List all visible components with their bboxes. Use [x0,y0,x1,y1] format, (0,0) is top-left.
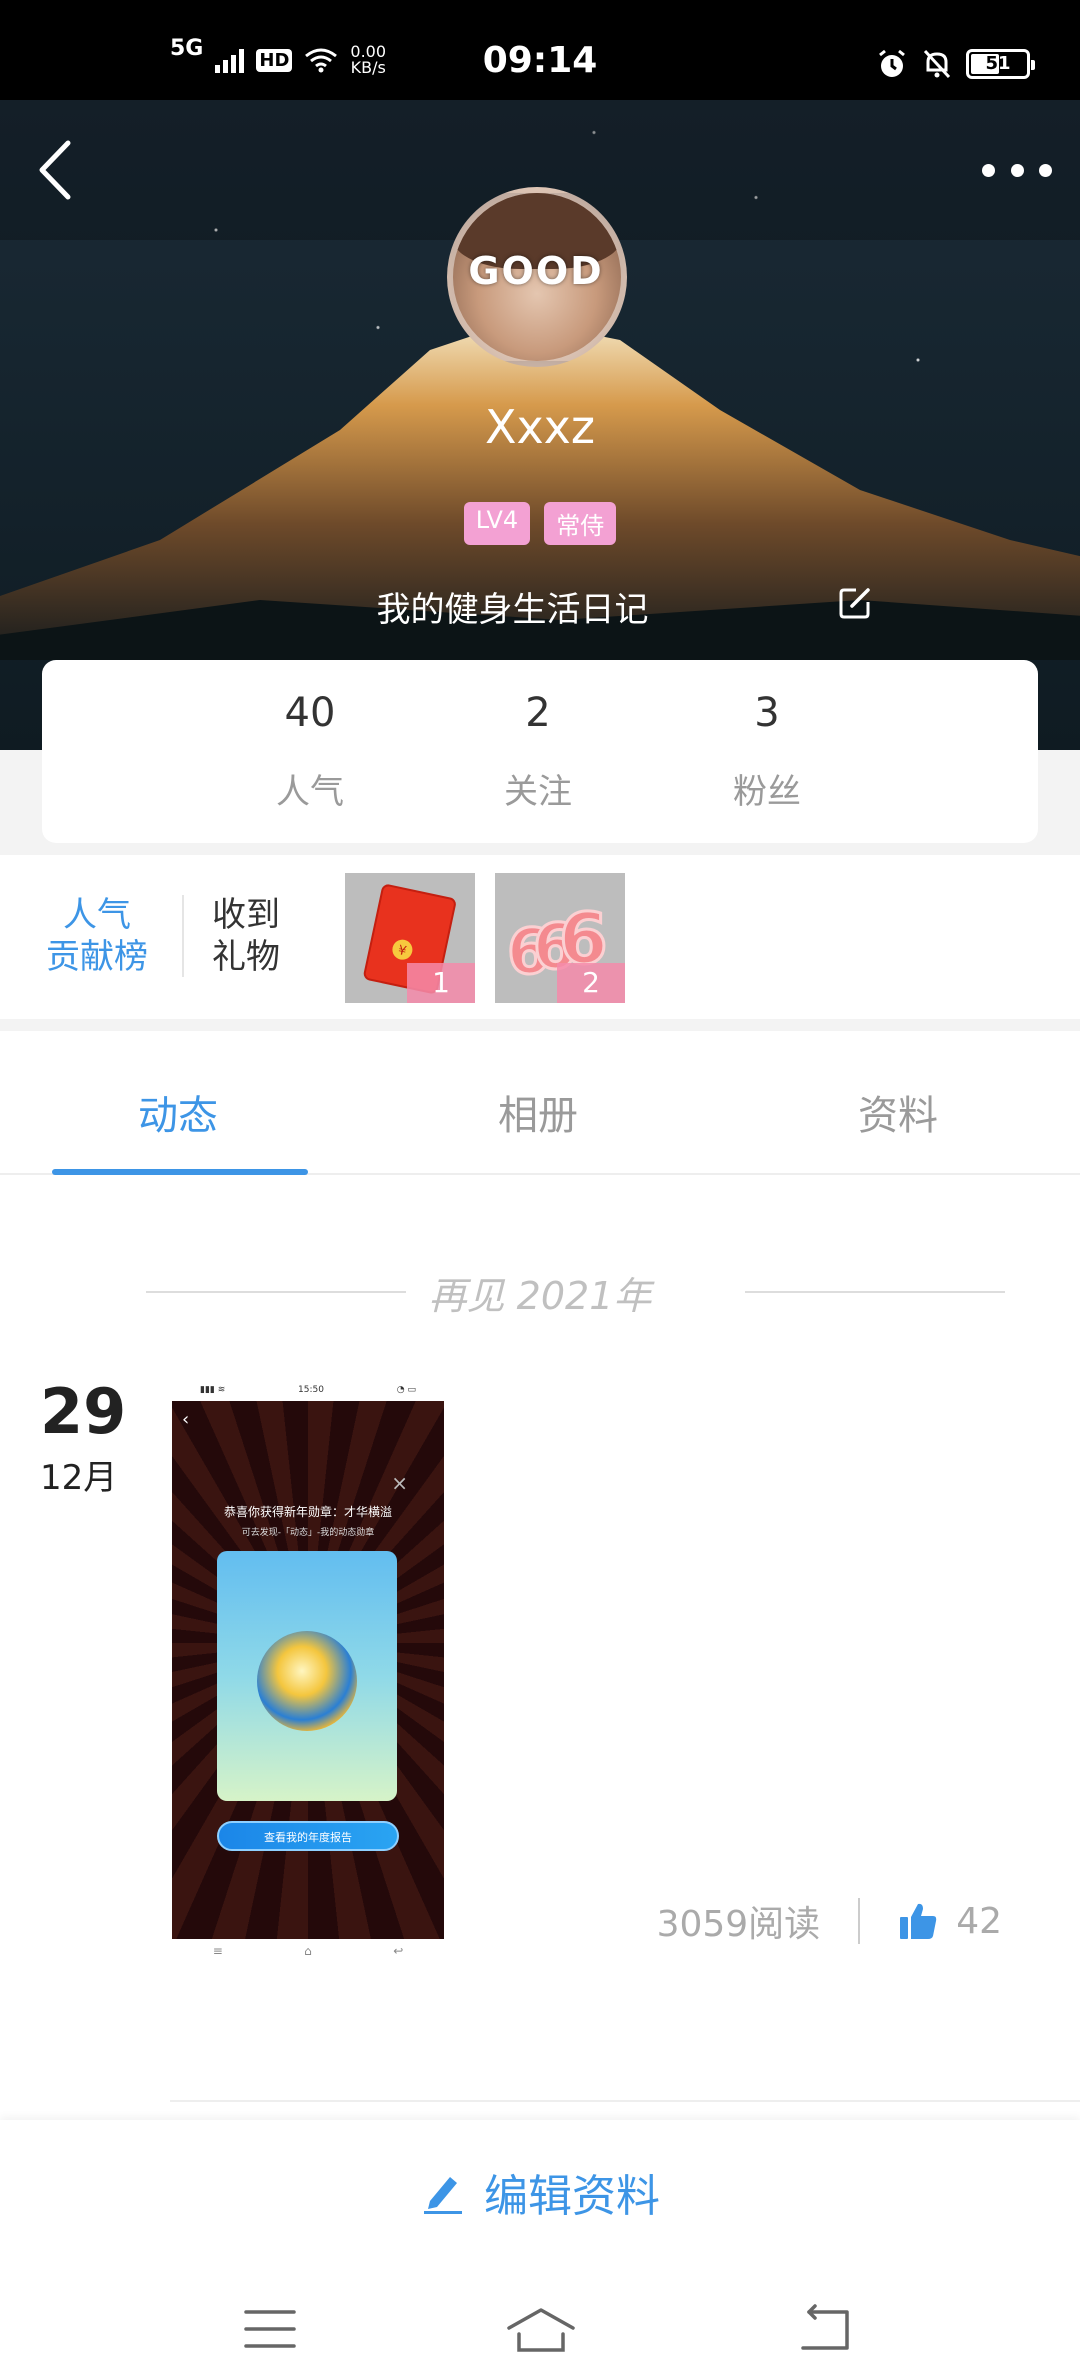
thumb-signal-icon: ▮▮▮ ≋ [200,1385,226,1395]
profile-tabs: 动态 相册 资料 [0,1031,1080,1175]
username: Xxxz [484,400,596,454]
thumb-medal-card [217,1551,397,1801]
battery-level: 51 [985,53,1011,74]
stat-label: 关注 [504,772,572,812]
stats-card: 40 人气 2 关注 3 粉丝 [42,660,1038,843]
back-button[interactable] [30,135,80,205]
status-bar: 5G HD 0.00 KB/s 09:14 51 [0,0,1080,100]
system-nav-bar [0,2280,1080,2376]
gift-divider [182,895,184,977]
level-badge: LV4 [463,502,531,545]
home-icon[interactable] [505,2304,577,2354]
received-label-line2: 礼物 [212,937,280,977]
thumb-back-nav-icon: ↩ [393,1944,404,1958]
received-label-line1: 收到 [212,895,280,935]
post-divider [170,2100,1080,2102]
status-right: 51 [876,48,1035,80]
meta-divider [858,1898,861,1944]
more-dot-icon [982,163,995,177]
thumb-menu-icon: ≡ [212,1944,223,1958]
stat-value: 3 [754,690,780,736]
like-count[interactable]: 42 [956,1901,1002,1942]
thumbs-up-icon[interactable] [898,1901,938,1941]
stat-label: 人气 [276,772,344,812]
post-date-month: 12月 [40,1458,118,1498]
stat-popularity[interactable]: 40 人气 [230,690,390,813]
received-gifts-label: 收到 礼物 [212,894,280,978]
thumb-screen: ‹ × 恭喜你获得新年勋章：才华横溢 可去发现-「动态」-我的动态勋章 查看我的… [172,1401,444,1939]
year-separator: 再见 2021年 [0,1255,1080,1318]
more-dot-icon [1010,163,1024,177]
thumb-home-icon: ⌂ [304,1944,312,1958]
thumb-cta: 查看我的年度报告 [217,1821,399,1851]
alarm-icon [879,49,905,77]
thumb-close-icon: × [391,1471,408,1495]
bottom-action-bar: 编辑资料 [0,2120,1080,2280]
menu-icon[interactable] [240,2304,300,2354]
tab-info[interactable]: 资料 [858,1083,938,1141]
stat-followers[interactable]: 3 粉丝 [687,690,847,813]
user-badges: LV4 常侍 [0,502,1080,545]
rank-label-line1: 人气 [63,895,131,935]
avatar-glasses-text: GOOD [468,249,604,293]
thumb-back-icon: ‹ [182,1409,190,1430]
edit-profile-label: 编辑资料 [484,2171,660,2222]
gift-666[interactable]: 6 6 6 2 [495,873,625,1003]
battery-icon: 51 [966,49,1035,79]
more-dot-icon [1039,163,1052,177]
stat-value: 40 [284,690,336,736]
post-image[interactable]: ▮▮▮ ≋ 15:50 ◔ ▭ ‹ × 恭喜你获得新年勋章：才华横溢 可去发现-… [172,1383,444,1963]
thumb-battery-icon: ◔ ▭ [396,1385,416,1395]
mute-bell-icon [923,49,951,79]
gift-count: 2 [557,963,625,1003]
feed-content: 再见 2021年 29 12月 ▮▮▮ ≋ 15:50 ◔ ▭ ‹ × 恭喜你获… [0,1175,1080,2120]
stat-following[interactable]: 2 关注 [458,690,618,813]
separator-line-right [745,1291,1005,1293]
stat-value: 2 [525,690,551,736]
thumb-title: 恭喜你获得新年勋章：才华横溢 [223,1505,392,1519]
gift-red-envelope[interactable]: ¥ 1 [345,873,475,1003]
stat-label: 粉丝 [733,772,801,812]
rank-label-line2: 贡献榜 [46,937,148,977]
read-count: 3059阅读 [656,1904,821,1945]
back-nav-icon[interactable] [795,2304,855,2354]
thumb-status-bar: ▮▮▮ ≋ 15:50 ◔ ▭ [172,1383,444,1401]
pencil-icon [424,2177,462,2214]
more-options-button[interactable] [982,155,1052,185]
edit-bio-icon[interactable] [838,586,872,620]
tab-album[interactable]: 相册 [498,1083,578,1141]
tab-feed[interactable]: 动态 [138,1083,218,1141]
gift-count: 1 [407,963,475,1003]
gift-row: 人气 贡献榜 收到 礼物 ¥ 1 6 6 6 2 [0,857,1080,1031]
post-meta: 3059阅读 42 [657,1895,1002,1947]
popularity-ranking-link[interactable]: 人气 贡献榜 [42,894,152,978]
thumb-status-time: 15:50 [298,1385,324,1395]
medal-icon [257,1631,357,1731]
thumb-subtitle: 可去发现-「动态」-我的动态勋章 [241,1528,375,1538]
avatar[interactable]: GOOD [447,187,627,367]
edit-profile-button[interactable]: 编辑资料 [0,2160,1080,2224]
title-badge: 常侍 [544,502,617,545]
post-date-day: 29 [40,1375,127,1448]
thumb-nav-bar: ≡ ⌂ ↩ [172,1939,444,1963]
